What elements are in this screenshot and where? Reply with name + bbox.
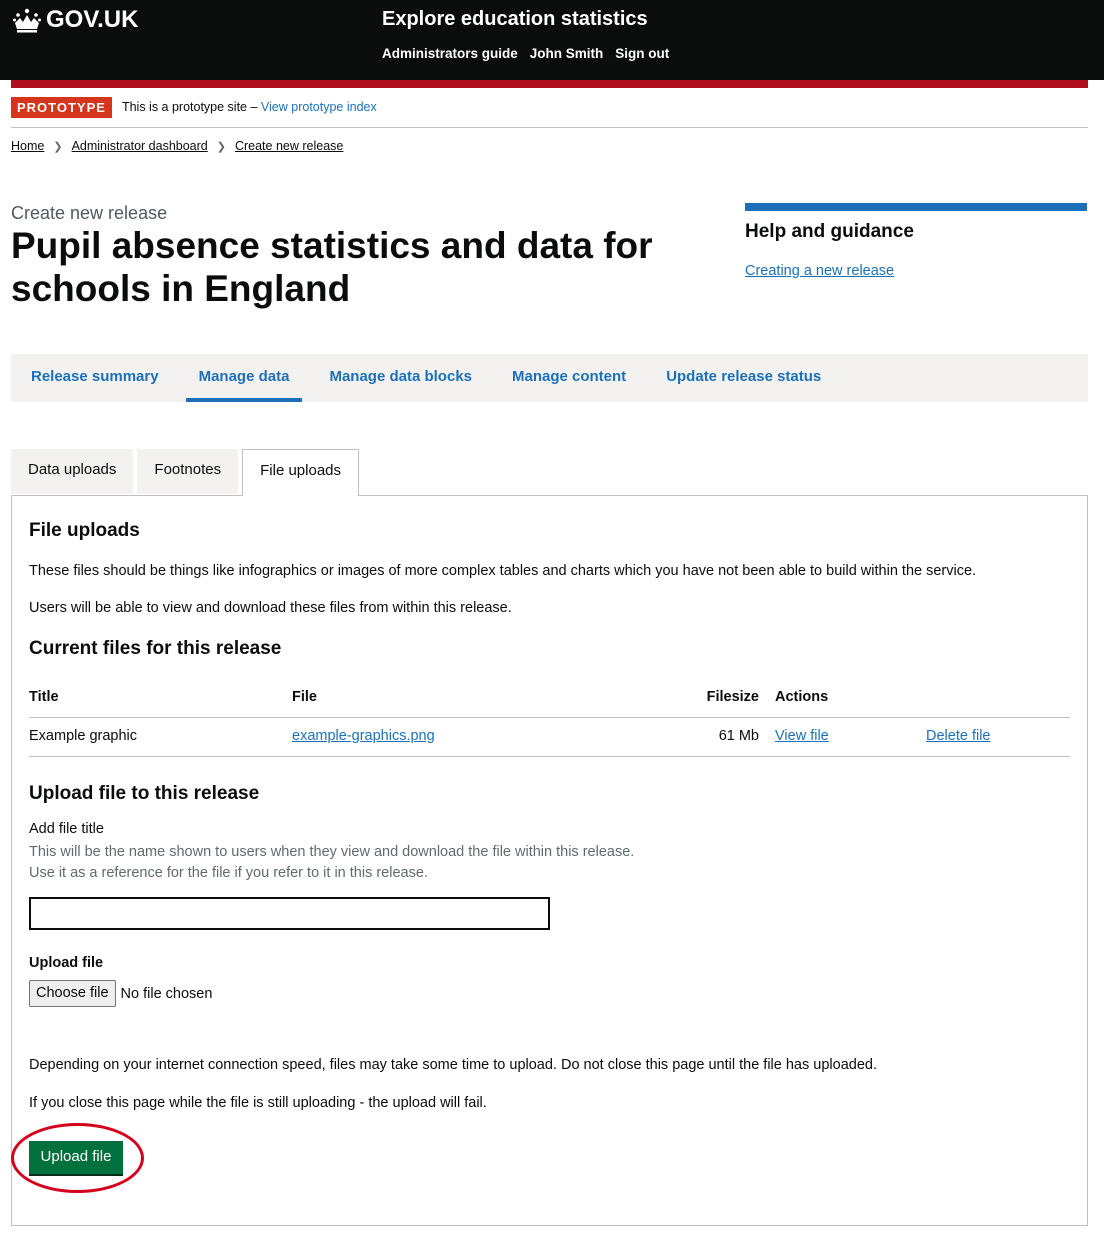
table-row: Example graphic example-graphics.png 61 … xyxy=(29,718,1070,757)
file-title-label: Add file title xyxy=(29,821,104,837)
file-title-hint-line-1: This will be the name shown to users whe… xyxy=(29,844,635,860)
phase-text: This is a prototype site – View prototyp… xyxy=(122,100,377,114)
nav-manage-data[interactable]: Manage data xyxy=(185,354,303,402)
intro-text-1: These files should be things like infogr… xyxy=(29,563,977,579)
crown-icon xyxy=(13,8,41,33)
table-header-row: Title File Filesize Actions xyxy=(29,679,1070,718)
help-panel: Help and guidance Creating a new release xyxy=(745,203,1087,279)
nav-update-release-status[interactable]: Update release status xyxy=(653,354,834,402)
govuk-logo[interactable]: GOV.UK xyxy=(12,6,138,34)
file-title-hint-line-2: Use it as a reference for the file if yo… xyxy=(29,865,428,881)
breadcrumb-home[interactable]: Home xyxy=(11,139,44,153)
logo-text: GOV.UK xyxy=(46,6,139,33)
filesize-cell: 61 Mb xyxy=(718,728,759,744)
tab-footnotes[interactable]: Footnotes xyxy=(137,449,239,494)
header-link-sign-out[interactable]: Sign out xyxy=(615,46,669,61)
upload-file-heading: Upload file to this release xyxy=(29,783,260,804)
tab-data-uploads[interactable]: Data uploads xyxy=(11,449,134,494)
upload-file-button[interactable]: Upload file xyxy=(29,1141,123,1174)
column-header-title: Title xyxy=(29,689,59,705)
chevron-right-icon: ❯ xyxy=(216,140,226,153)
upload-note-1: Depending on your internet connection sp… xyxy=(29,1057,877,1073)
nav-manage-data-blocks[interactable]: Manage data blocks xyxy=(316,354,485,402)
column-header-file: File xyxy=(292,689,317,705)
file-input: Choose file No file chosen xyxy=(29,980,212,1007)
prototype-index-link[interactable]: View prototype index xyxy=(261,100,377,114)
no-file-chosen-text: No file chosen xyxy=(120,985,213,1002)
file-name-link[interactable]: example-graphics.png xyxy=(292,728,435,744)
nav-release-summary[interactable]: Release summary xyxy=(18,354,172,402)
file-title-input[interactable] xyxy=(29,897,550,930)
file-title-hint: This will be the name shown to users whe… xyxy=(29,842,634,884)
choose-file-button[interactable]: Choose file xyxy=(29,980,116,1007)
help-link-creating-release[interactable]: Creating a new release xyxy=(745,263,1087,279)
breadcrumb-create-release[interactable]: Create new release xyxy=(235,139,343,153)
page-title: Pupil absence statistics and data for sc… xyxy=(11,225,653,309)
intro-text-2: Users will be able to view and download … xyxy=(29,600,512,616)
help-heading: Help and guidance xyxy=(745,221,914,242)
column-header-actions: Actions xyxy=(775,689,829,705)
header-nav: Administrators guide John Smith Sign out xyxy=(382,46,669,61)
header-link-user[interactable]: John Smith xyxy=(530,46,604,61)
file-uploads-heading: File uploads xyxy=(29,520,140,541)
current-files-heading: Current files for this release xyxy=(29,638,282,659)
header-accent-bar xyxy=(11,80,1088,88)
upload-note-2: If you close this page while the file is… xyxy=(29,1095,487,1111)
release-nav: Release summary Manage data Manage data … xyxy=(11,354,1088,402)
column-header-filesize: Filesize xyxy=(706,689,759,705)
header-link-administrators-guide[interactable]: Administrators guide xyxy=(382,46,518,61)
page-caption: Create new release xyxy=(11,203,168,223)
data-tabs: Data uploads Footnotes File uploads xyxy=(11,449,363,496)
nav-manage-content[interactable]: Manage content xyxy=(499,354,639,402)
service-name[interactable]: Explore education statistics xyxy=(382,8,648,31)
upload-file-label: Upload file xyxy=(29,955,104,971)
chevron-right-icon: ❯ xyxy=(53,140,63,153)
phase-message: This is a prototype site – xyxy=(121,100,261,114)
file-title-cell: Example graphic xyxy=(29,728,137,744)
phase-tag: PROTOTYPE xyxy=(11,97,112,118)
site-header: GOV.UK Explore education statistics Admi… xyxy=(0,0,1104,80)
current-files-table: Title File Filesize Actions Example grap… xyxy=(29,679,1070,757)
breadcrumb: Home ❯ Administrator dashboard ❯ Create … xyxy=(11,139,343,153)
tab-file-uploads[interactable]: File uploads xyxy=(242,449,360,496)
view-file-link[interactable]: View file xyxy=(775,728,829,744)
delete-file-link[interactable]: Delete file xyxy=(926,728,990,744)
phase-banner: PROTOTYPE This is a prototype site – Vie… xyxy=(11,97,1088,128)
breadcrumb-admin-dashboard[interactable]: Administrator dashboard xyxy=(72,139,208,153)
